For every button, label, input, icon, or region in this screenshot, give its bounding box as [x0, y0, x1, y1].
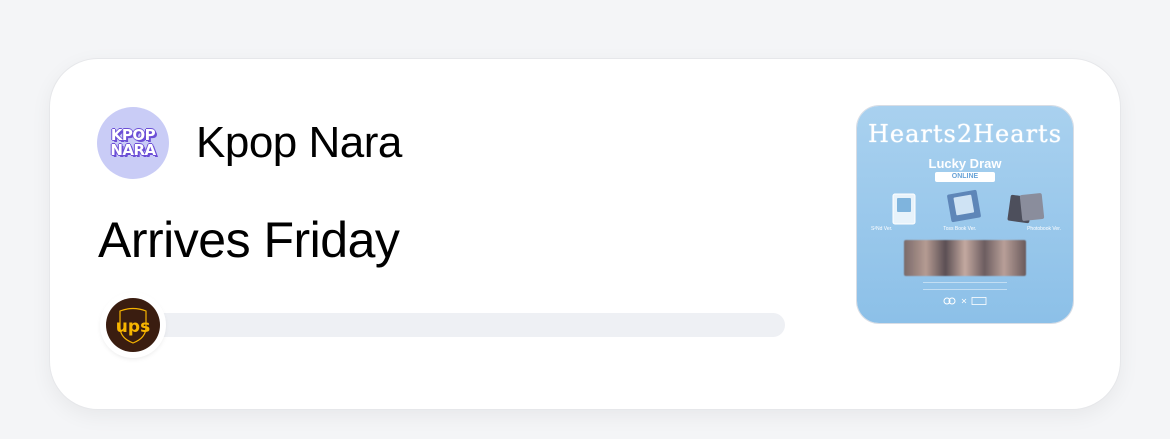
thumbnail-caption-1: S²Nd Ver.	[871, 226, 893, 232]
thumbnail-photo-strip	[904, 240, 1026, 276]
thumbnail-subtitle: Lucky Draw	[928, 156, 1002, 171]
thumbnail-caption-2: Toss Book Ver.	[943, 226, 977, 232]
brand-logos-icon	[943, 297, 987, 305]
ups-logo-text: ups	[116, 317, 150, 337]
thumbnail-captions: S²Nd Ver. Toss Book Ver. Photobook Ver.	[871, 226, 1061, 232]
thumbnail-title: Hearts2Hearts	[867, 120, 1063, 148]
thumbnail-brand-marks	[857, 296, 1073, 308]
ups-logo-icon: ups	[102, 294, 164, 356]
store-header: KPOP NARA Kpop Nara	[97, 107, 402, 179]
store-logo: KPOP NARA	[97, 107, 169, 179]
store-logo-text-line2: NARA	[110, 141, 156, 159]
order-card[interactable]: KPOP NARA Kpop Nara Arrives Friday ups H…	[50, 59, 1120, 409]
product-thumbnail[interactable]: Hearts2Hearts Lucky Draw ONLINE S²Nd Ver…	[857, 106, 1073, 323]
thumbnail-caption-3: Photobook Ver.	[1027, 226, 1061, 232]
shipment-progress-bar	[150, 313, 785, 337]
thumbnail-badge: ONLINE	[935, 172, 995, 182]
ups-shield-icon: ups	[106, 298, 160, 352]
store-name: Kpop Nara	[196, 118, 402, 167]
arrival-status: Arrives Friday	[98, 212, 400, 268]
thumbnail-fine-print	[923, 282, 1007, 290]
